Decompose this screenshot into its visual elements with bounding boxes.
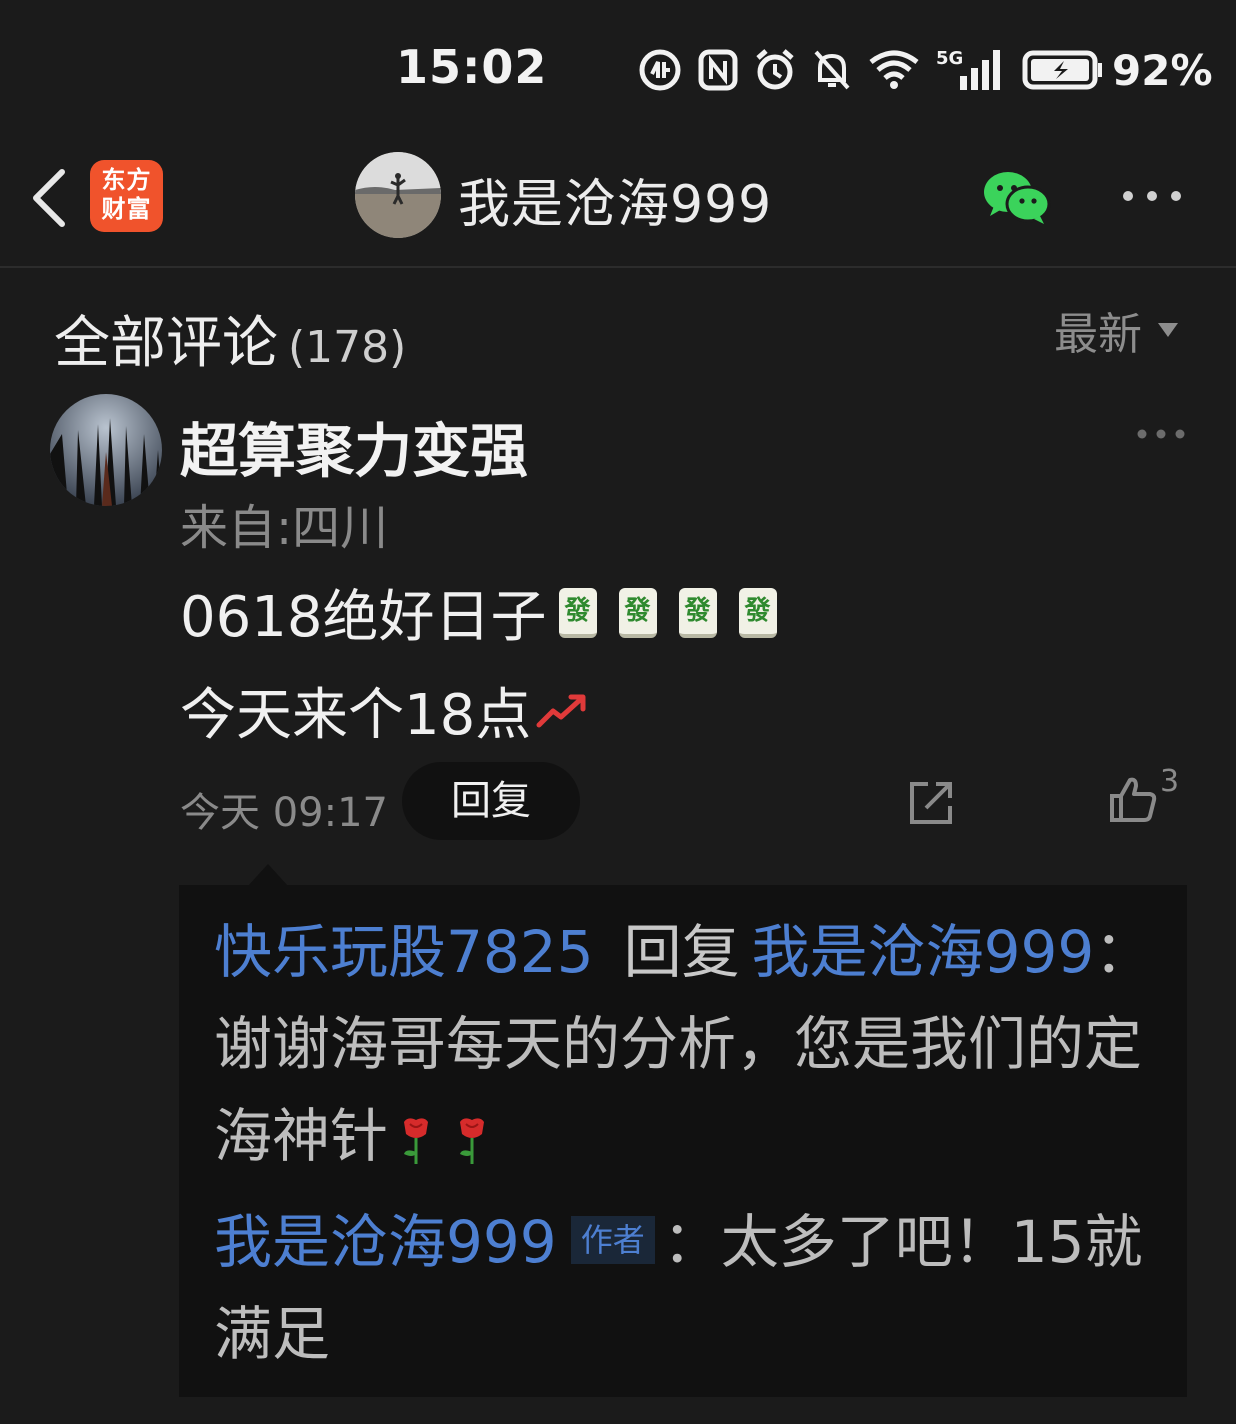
comment-text-1: 0618绝好日子 — [180, 585, 547, 650]
reply-separator: ： — [1094, 918, 1153, 986]
app-logo[interactable]: 东方 财富 — [90, 160, 163, 232]
more-icon[interactable] — [1120, 186, 1184, 206]
commenter-location: 来自:四川 — [180, 500, 389, 556]
comments-heading: 全部评论 (178) — [54, 298, 406, 379]
top-nav-bar: 东方 财富 我是沧海999 — [0, 140, 1236, 268]
comment-time: 今天 09:17 — [180, 790, 388, 836]
app-logo-text: 东方 财富 — [90, 166, 163, 224]
status-icons: 5G 92% — [638, 44, 1213, 96]
comments-count: (178) — [288, 322, 407, 373]
comment-text-line-2: 今天来个18点 — [180, 670, 589, 751]
share-icon[interactable] — [906, 778, 956, 826]
signal-icon: 5G — [936, 48, 1006, 92]
reply-item: 快乐玩股7825 回复 我是沧海999： 谢谢海哥每天的分析，您是我们的定海神针 — [214, 906, 1174, 1182]
reply-author[interactable]: 快乐玩股7825 — [214, 918, 594, 986]
author-avatar[interactable] — [355, 152, 441, 238]
reply-button[interactable]: 回复 — [402, 762, 580, 840]
reply-target[interactable]: 我是沧海999 — [752, 918, 1095, 986]
battery-icon — [1022, 50, 1102, 90]
chart-increasing-icon — [536, 694, 586, 727]
nfc-icon — [698, 49, 738, 91]
comments-title: 全部评论 — [54, 311, 278, 376]
author-badge: 作者 — [570, 1215, 655, 1264]
author-name: 我是沧海999 — [458, 175, 773, 235]
sort-label: 最新 — [1054, 309, 1142, 360]
wechat-icon[interactable] — [982, 170, 1052, 226]
battery-percent: 92% — [1112, 45, 1213, 95]
rose-icon — [460, 1118, 485, 1164]
reply-body: 谢谢海哥每天的分析，您是我们的定海神针 — [214, 1010, 1143, 1170]
reply-verb: 回复 — [623, 918, 740, 986]
mahjong-fa-emoji: 發 — [558, 587, 597, 638]
sort-dropdown[interactable]: 最新 — [1054, 298, 1178, 362]
mahjong-fa-emoji: 發 — [738, 587, 777, 638]
alarm-icon — [756, 49, 794, 90]
comment-more-icon[interactable] — [1136, 426, 1186, 442]
back-icon[interactable] — [26, 166, 70, 230]
reply-author[interactable]: 我是沧海999 — [214, 1208, 557, 1276]
caret-down-icon — [1158, 323, 1178, 337]
commenter-name[interactable]: 超算聚力变强 — [180, 404, 528, 488]
hd-call-icon — [639, 49, 681, 91]
status-bar: 15:02 5G 92% — [0, 0, 1236, 140]
mute-icon — [814, 50, 850, 90]
comment-text-line-1: 0618绝好日子 發 發 發 發 — [180, 572, 787, 653]
reply-separator: ： — [662, 1208, 721, 1276]
wifi-icon — [869, 50, 919, 89]
mahjong-fa-emoji: 發 — [618, 587, 657, 638]
app-logo-line: 东方 — [101, 166, 152, 194]
reply-item: 我是沧海999 作者 ：太多了吧！15就满足 — [214, 1196, 1174, 1380]
rose-icon — [404, 1118, 429, 1164]
like-count: 3 — [1160, 764, 1180, 799]
reply-box-pointer — [248, 864, 288, 886]
comment-text-2: 今天来个18点 — [180, 683, 532, 748]
mahjong-fa-emoji: 發 — [678, 587, 717, 638]
commenter-avatar[interactable] — [50, 394, 162, 506]
thumbs-up-icon[interactable] — [1108, 774, 1158, 824]
status-time: 15:02 — [396, 40, 548, 94]
app-logo-line: 财富 — [101, 195, 152, 223]
